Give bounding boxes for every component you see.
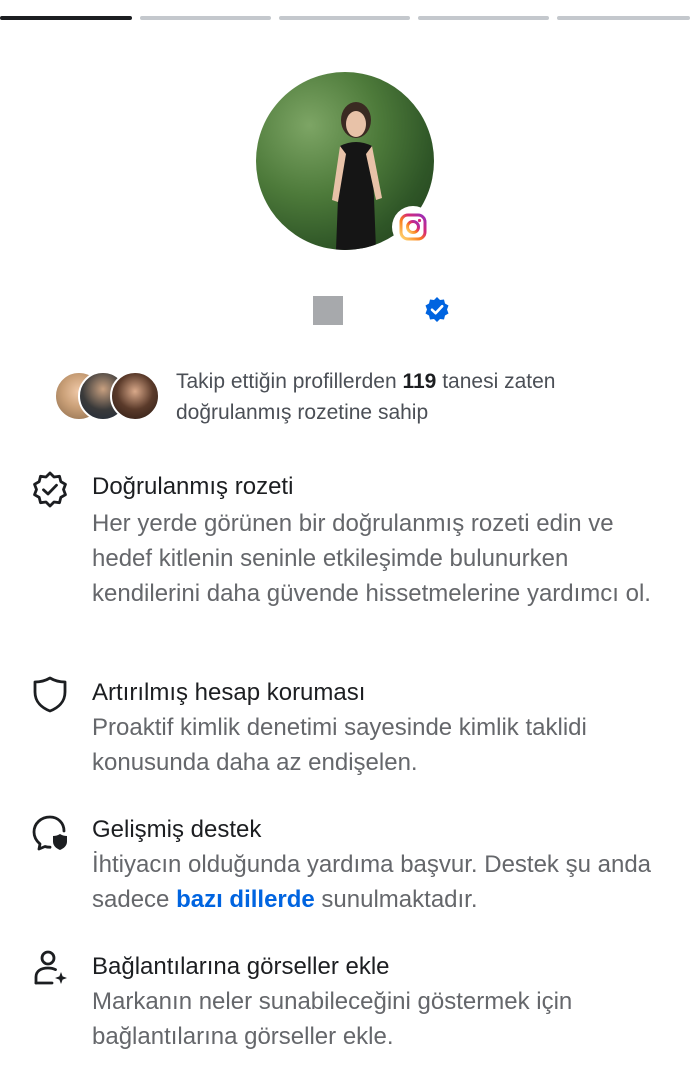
progress-segment-3 [279,16,410,20]
mutual-count: 119 [402,370,437,393]
progress-segment-1 [0,16,132,20]
avatar-person-figure [332,102,382,250]
add-person-icon [34,950,67,985]
feature-description: Her yerde görünen bir doğrulanmış rozeti… [92,510,651,607]
redacted-name-block [313,296,343,325]
shield-icon [33,676,67,713]
profile-avatar-container [256,72,434,250]
feature-description: Proaktif kimlik denetimi sayesinde kimli… [92,714,587,776]
progress-segment-4 [418,16,549,20]
progress-segment-2 [140,16,271,20]
profile-name-row [0,290,690,330]
feature-description: Markanın neler sunabileceğini göstermek … [92,988,573,1050]
verified-badge-icon [425,297,449,322]
mutual-verified-text: Takip ettiğin profillerden 119 tanesi za… [176,370,556,424]
mutual-verified-followers: Takip ettiğin profillerden 119 tanesi za… [54,366,654,426]
mutual-avatars [54,371,160,421]
some-languages-link[interactable]: bazı dillerde [176,886,315,913]
feature-title: Artırılmış hesap koruması [92,679,366,706]
support-chat-icon [32,815,67,851]
progress-segment-5 [557,16,690,20]
story-progress-bar [0,16,690,22]
feature-title: Bağlantılarına görseller ekle [92,953,390,980]
feature-title: Doğrulanmış rozeti [92,473,294,500]
feature-description: İhtiyacın olduğunda yardıma başvur. Dest… [92,851,652,913]
feature-title: Gelişmiş destek [92,816,262,843]
mutual-avatar-3 [110,371,160,421]
verified-badge-outline-icon [33,471,67,508]
instagram-icon [392,206,434,248]
